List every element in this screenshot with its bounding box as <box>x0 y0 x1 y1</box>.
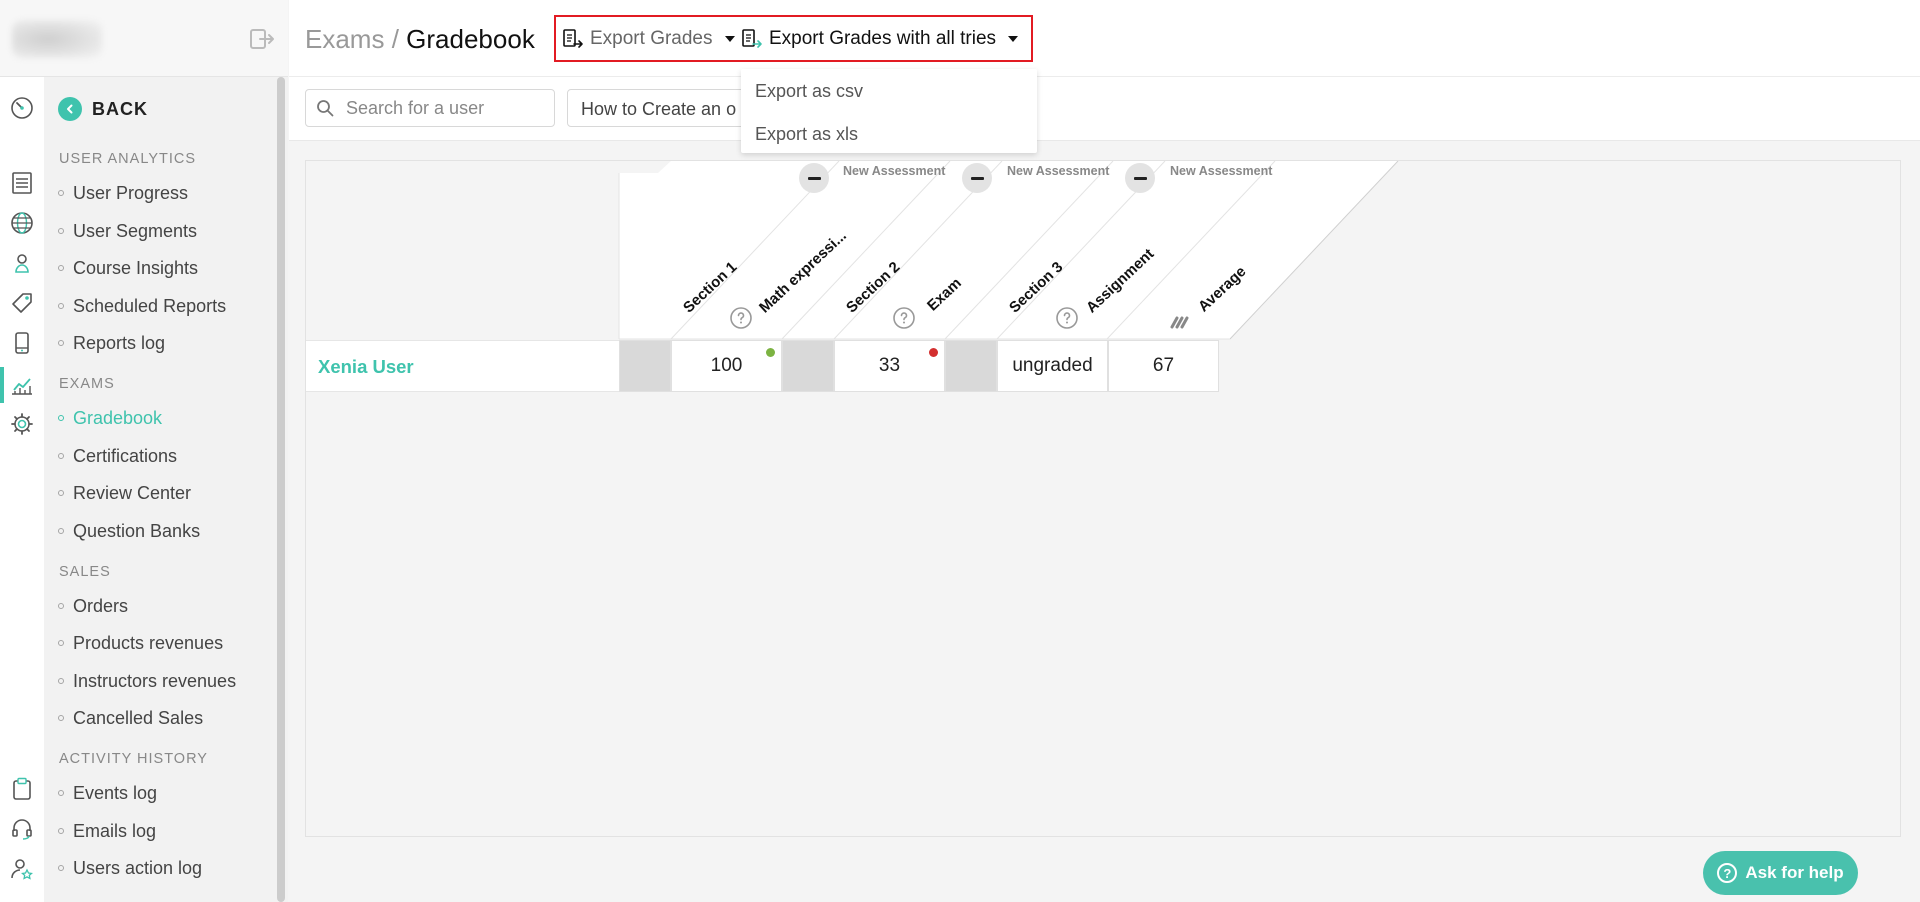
user-name-link[interactable]: Xenia User <box>318 356 414 378</box>
export-grades-all-tries-label: Export Grades with all tries <box>769 28 997 49</box>
speedometer-icon[interactable] <box>8 94 36 122</box>
grade-cell-exam[interactable]: 33 <box>834 340 945 392</box>
sidebar-item-user-progress[interactable]: User Progress <box>58 181 188 205</box>
minus-icon <box>1133 176 1147 180</box>
export-grades-all-tries-button[interactable]: Export Grades with all tries <box>741 26 1019 52</box>
sidebar-scrollbar-thumb[interactable] <box>277 77 285 902</box>
globe-icon[interactable] <box>8 209 36 237</box>
sidebar-item-instructors-revenues[interactable]: Instructors revenues <box>58 669 236 693</box>
chevron-left-icon <box>58 97 82 121</box>
sidebar-item-question-banks[interactable]: Question Banks <box>58 519 200 543</box>
ask-for-help-label: Ask for help <box>1745 863 1844 882</box>
grade-cell-section-2 <box>782 340 834 392</box>
list-icon[interactable] <box>8 169 36 197</box>
export-grades-label: Export Grades <box>590 28 713 49</box>
logo-area <box>0 0 288 77</box>
user-star-icon[interactable] <box>8 855 36 883</box>
gear-icon[interactable] <box>8 410 36 438</box>
sidebar-item-cancelled-sales[interactable]: Cancelled Sales <box>58 706 203 730</box>
grade-cell-section-1 <box>619 340 671 392</box>
sidebar-item-emails-log[interactable]: Emails log <box>58 819 156 843</box>
export-file-icon <box>742 29 762 48</box>
collapse-section-3-button[interactable] <box>1125 163 1155 193</box>
assessment-label: New Assessment <box>1170 164 1273 178</box>
section-title-exams: EXAMS <box>59 376 115 392</box>
question-mark-icon[interactable] <box>892 306 916 330</box>
sidebar-item-reports-log[interactable]: Reports log <box>58 331 165 355</box>
active-indicator <box>0 367 4 403</box>
grade-cell-assignment[interactable]: ungraded <box>997 340 1108 392</box>
question-mark-icon[interactable] <box>1055 306 1079 330</box>
sidebar-menu: BACK USER ANALYTICS User Progress User S… <box>44 77 274 902</box>
breadcrumb: Exams / Gradebook <box>305 24 535 55</box>
top-bar: Exams / Gradebook Export Grades Export G… <box>289 0 1920 77</box>
average-bars-icon <box>1170 316 1189 329</box>
export-dropdown-menu: Export as csv Export as xls <box>741 69 1037 153</box>
sidebar-item-review-center[interactable]: Review Center <box>58 481 191 505</box>
search-icon <box>317 100 334 117</box>
sidebar-item-course-insights[interactable]: Course Insights <box>58 256 198 280</box>
grade-cell-math-expression[interactable]: 100 <box>671 340 782 392</box>
grade-cell-section-3 <box>945 340 997 392</box>
section-title-user-analytics: USER ANALYTICS <box>59 151 197 167</box>
breadcrumb-separator: / <box>391 24 399 54</box>
chart-icon[interactable] <box>8 371 36 399</box>
question-mark-icon[interactable] <box>729 306 753 330</box>
minus-icon <box>807 176 821 180</box>
caret-down-icon <box>724 36 735 42</box>
clipboard-icon[interactable] <box>8 775 36 803</box>
export-file-icon <box>563 29 583 48</box>
sidebar-item-events-log[interactable]: Events log <box>58 781 157 805</box>
logo[interactable] <box>12 20 102 58</box>
caret-down-icon <box>1008 36 1019 42</box>
sidebar-item-gradebook[interactable]: Gradebook <box>58 406 162 430</box>
user-pin-icon[interactable] <box>8 249 36 277</box>
gradebook-header-background <box>618 161 1399 340</box>
sidebar-scrollbar[interactable] <box>274 77 288 902</box>
export-highlight-box: Export Grades Export Grades with all tri… <box>554 15 1033 62</box>
export-as-xls-item[interactable]: Export as xls <box>755 124 858 145</box>
gradebook-panel: New Assessment New Assessment New Assess… <box>305 160 1901 837</box>
filter-bar: How to Create an o <box>289 77 1920 141</box>
grade-cell-average: 67 <box>1108 340 1219 392</box>
export-grades-button[interactable]: Export Grades <box>562 26 735 52</box>
assessment-label: New Assessment <box>1007 164 1110 178</box>
ask-for-help-button[interactable]: ? Ask for help <box>1703 851 1858 895</box>
sidebar-item-certifications[interactable]: Certifications <box>58 444 177 468</box>
breadcrumb-exams[interactable]: Exams <box>305 24 384 54</box>
section-title-activity-history: ACTIVITY HISTORY <box>59 751 208 767</box>
status-dot-passed <box>766 348 775 357</box>
sidebar-item-users-action-log[interactable]: Users action log <box>58 856 202 880</box>
sidebar: BACK USER ANALYTICS User Progress User S… <box>0 0 288 902</box>
headset-icon[interactable] <box>8 815 36 843</box>
collapse-section-2-button[interactable] <box>962 163 992 193</box>
assessment-label: New Assessment <box>843 164 946 178</box>
tag-icon[interactable] <box>8 289 36 317</box>
mobile-icon[interactable] <box>8 329 36 357</box>
minus-icon <box>970 176 984 180</box>
section-title-sales: SALES <box>59 564 111 580</box>
sidebar-item-scheduled-reports[interactable]: Scheduled Reports <box>58 294 226 318</box>
course-select[interactable]: How to Create an o <box>567 89 745 127</box>
status-dot-failed <box>929 348 938 357</box>
icon-rail <box>0 77 44 902</box>
sidebar-item-products-revenues[interactable]: Products revenues <box>58 631 223 655</box>
table-row-user: Xenia User <box>306 340 619 392</box>
collapse-sidebar-icon[interactable] <box>248 26 276 52</box>
sidebar-item-user-segments[interactable]: User Segments <box>58 219 197 243</box>
page-title: Gradebook <box>406 24 535 54</box>
back-button[interactable]: BACK <box>58 96 148 122</box>
collapse-section-1-button[interactable] <box>799 163 829 193</box>
search-box <box>305 89 555 127</box>
search-user-input[interactable] <box>346 97 546 119</box>
help-icon: ? <box>1717 863 1738 883</box>
back-label: BACK <box>92 98 148 119</box>
export-as-csv-item[interactable]: Export as csv <box>755 81 863 102</box>
sidebar-item-orders[interactable]: Orders <box>58 594 128 618</box>
